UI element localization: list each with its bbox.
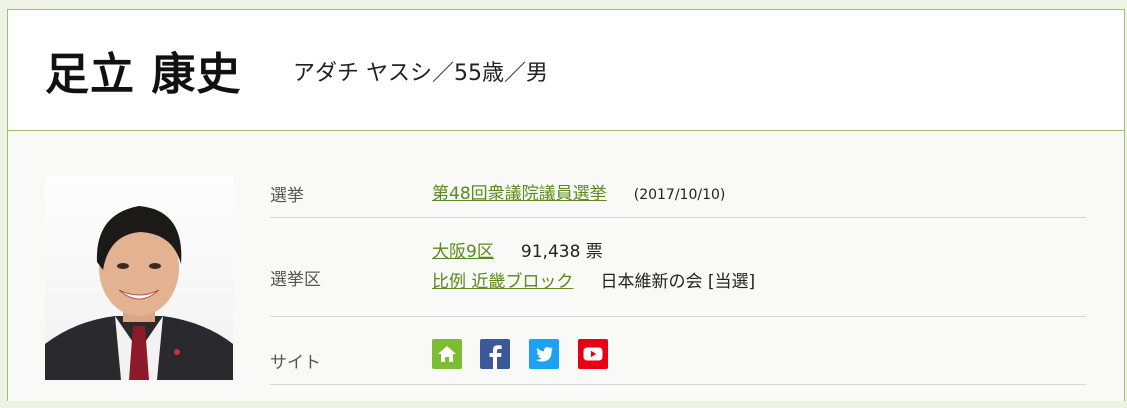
row-divider <box>270 384 1086 385</box>
row-divider <box>270 316 1086 317</box>
district-label: 選挙区 <box>270 270 321 290</box>
district-votes: 91,438 票 <box>520 242 603 262</box>
home-icon[interactable] <box>432 339 462 369</box>
election-date: (2017/10/10) <box>633 187 726 203</box>
twitter-icon[interactable] <box>529 339 559 369</box>
row-divider <box>270 217 1086 218</box>
party-status: 日本維新の会 [当選] <box>600 272 756 292</box>
candidate-name: 足立 康史 <box>45 49 242 100</box>
portrait-image <box>45 206 233 380</box>
election-value: 第48回衆議院議員選挙 (2017/10/10) <box>432 179 725 204</box>
youtube-icon[interactable] <box>578 339 608 369</box>
election-label: 選挙 <box>270 186 304 206</box>
candidate-card: 足立 康史 アダチ ヤスシ／55歳／男 選挙 第48回衆議院議員選挙 (2017… <box>7 9 1125 401</box>
district-link[interactable]: 大阪9区 <box>432 242 494 262</box>
election-link[interactable]: 第48回衆議院議員選挙 <box>432 184 607 204</box>
card-header: 足立 康史 アダチ ヤスシ／55歳／男 <box>8 10 1124 131</box>
pr-block-link[interactable]: 比例 近畿ブロック <box>432 272 573 292</box>
district-value: 大阪9区 91,438 票 比例 近畿ブロック 日本維新の会 [当選] <box>432 237 755 297</box>
card-body: 選挙 第48回衆議院議員選挙 (2017/10/10) 選挙区 大阪9区 91,… <box>8 131 1124 401</box>
candidate-photo <box>45 176 233 380</box>
candidate-reading-age-gender: アダチ ヤスシ／55歳／男 <box>293 61 548 86</box>
site-label: サイト <box>270 353 321 373</box>
facebook-icon[interactable] <box>480 339 510 369</box>
